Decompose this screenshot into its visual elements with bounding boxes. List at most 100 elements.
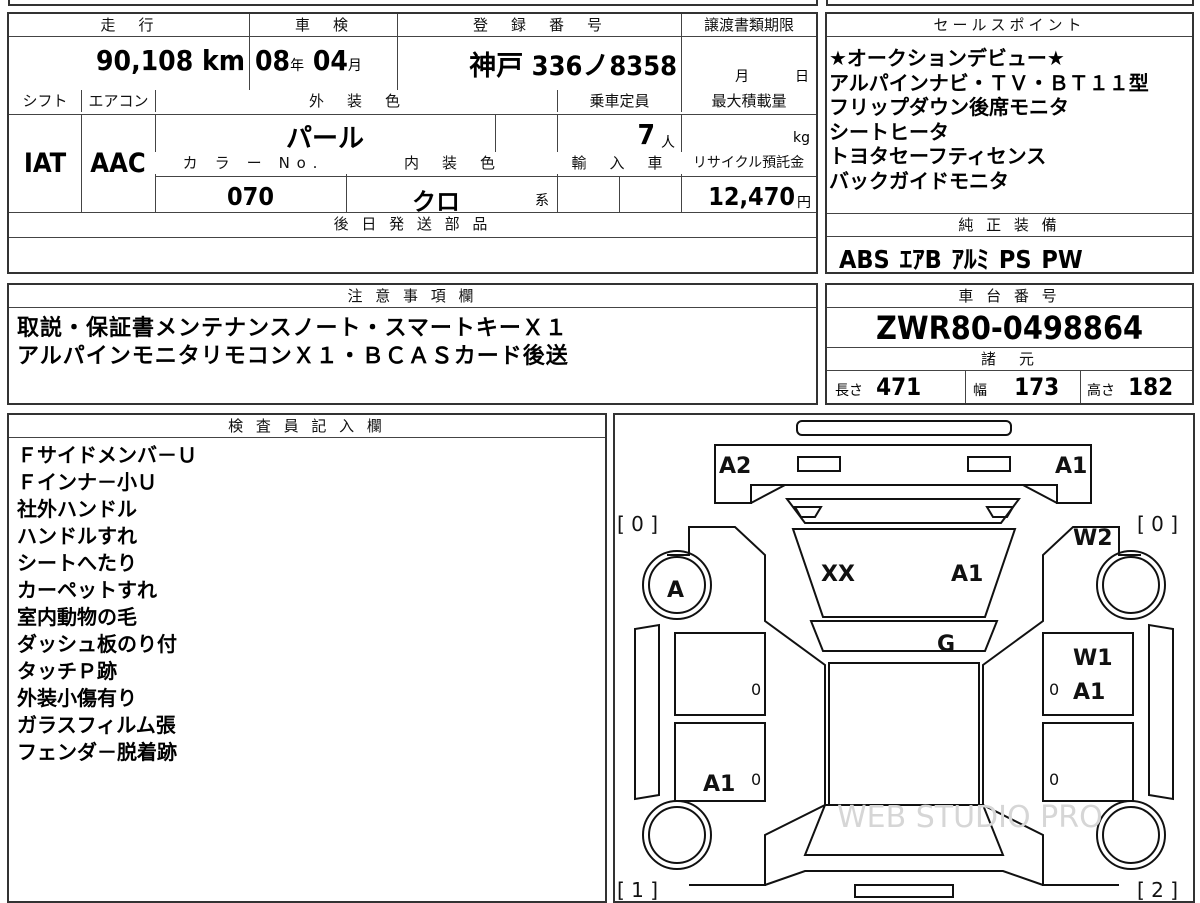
tire-fl: [ 0 ]	[617, 512, 658, 536]
inspection-month: 04	[312, 44, 348, 77]
chassis-label: 車 台 番 号	[827, 285, 1192, 308]
mark-a: A	[667, 578, 684, 603]
transfer-month-unit: 月	[735, 69, 749, 85]
spec-length-label: 長さ	[835, 383, 863, 399]
inspector-line: 社外ハンドル	[17, 497, 137, 521]
shift-label: シフト	[9, 90, 81, 112]
transfer-deadline-label: 譲渡書類期限	[681, 14, 816, 36]
inspection-year: 08	[255, 44, 291, 77]
sales-point-line: バックガイドモニタ	[829, 168, 1009, 193]
main-info-table: 走 行 車 検 登 録 番 号 譲渡書類期限 90,108 km 08年 04月…	[7, 12, 818, 274]
mileage-label: 走 行	[9, 14, 249, 36]
color-no-value: 070	[227, 182, 274, 211]
mileage-value: 90,108 km	[9, 44, 245, 77]
sales-points-list: ★オークションデビュー★ アルパインナビ・ＴＶ・ＢＴ１１型 フリップダウン後席モ…	[827, 46, 1192, 193]
inspector-line: カーペットすれ	[17, 578, 157, 602]
zero-mark: 0	[751, 680, 761, 699]
registration-value: 神戸 336ノ8358	[469, 51, 677, 82]
spec-height: 高さ 182	[1087, 373, 1173, 401]
inspector-label: 検 査 員 記 入 欄	[9, 415, 605, 438]
equipment-list: ABS ｴｱB ｱﾙﾐ PS PW	[839, 240, 1083, 276]
exterior-color-value: パール	[285, 124, 364, 154]
spec-height-label: 高さ	[1087, 383, 1115, 399]
capacity-label: 乗車定員	[557, 90, 681, 112]
tire-fr: [ 0 ]	[1137, 512, 1178, 536]
inspector-line: タッチＰ跡	[17, 659, 117, 683]
inspector-line: 室内動物の毛	[17, 605, 137, 629]
sales-points-panel: セールスポイント ★オークションデビュー★ アルパインナビ・ＴＶ・ＢＴ１１型 フ…	[825, 12, 1194, 274]
top-strip	[0, 0, 1200, 8]
mileage-number: 90,108	[96, 44, 194, 77]
mark-a1-glass: A1	[951, 562, 983, 587]
max-load-unit: kg	[793, 130, 810, 146]
equipment-item: ABS	[839, 245, 890, 274]
recycle-label: リサイクル預託金	[681, 152, 816, 174]
notes-line: 取説・保証書メンテナンスノート・スマートキーＸ１	[17, 316, 568, 341]
color-no-label: カ ラ ー N o .	[155, 152, 346, 174]
later-parts-label: 後 日 発 送 部 品	[9, 213, 816, 235]
inspection-value: 08年 04月	[255, 44, 395, 77]
notes-line: アルパインモニタリモコンＸ１・ＢＣＡＳカード後送	[17, 344, 569, 369]
capacity-unit: 人	[661, 135, 675, 151]
mark-a1-rear: A1	[703, 772, 735, 797]
inspection-year-unit: 年	[290, 58, 305, 74]
notes-lines: 取説・保証書メンテナンスノート・スマートキーＸ１ アルパインモニタリモコンＸ１・…	[9, 315, 569, 371]
inspector-lines: Ｆサイドメンバ－Ｕ Ｆインナ－小Ｕ 社外ハンドル ハンドルすれ シートへたり カ…	[9, 442, 197, 766]
mark-xx: XX	[821, 562, 855, 587]
interior-color-label: 内 装 色	[346, 152, 557, 174]
import-label: 輸 入 車	[557, 152, 681, 174]
specs-label: 諸 元	[827, 347, 1192, 371]
sales-point-line: シートヒータ	[829, 119, 949, 144]
car-diagram: A2 A1 W2 XX A1 A G W1 A1 A1 [ 0 ] [ 0 ] …	[617, 420, 1178, 901]
inspector-line: Ｆサイドメンバ－Ｕ	[17, 443, 197, 467]
sales-point-line: ★オークションデビュー★	[829, 46, 1065, 70]
equipment-item: ｴｱB	[899, 245, 942, 274]
notes-panel: 注 意 事 項 欄 取説・保証書メンテナンスノート・スマートキーＸ１ アルパイン…	[7, 283, 818, 405]
spec-length-value: 471	[876, 373, 922, 401]
tire-rr: [ 2 ]	[1137, 878, 1178, 901]
registration-label: 登 録 番 号	[397, 14, 681, 36]
aircon-label: エアコン	[81, 90, 155, 112]
mileage-unit: km	[202, 44, 245, 77]
recycle-unit: 円	[797, 195, 811, 211]
recycle-value: 12,470	[708, 182, 795, 211]
mark-g: G	[937, 632, 955, 657]
equipment-item: PS	[998, 245, 1032, 274]
tire-rl: [ 1 ]	[617, 878, 658, 901]
mark-w2: W2	[1073, 526, 1113, 551]
spec-length: 長さ 471	[835, 373, 921, 401]
equipment-item: ｱﾙﾐ	[951, 245, 990, 274]
zero-mark: 0	[1049, 680, 1059, 699]
inspection-label: 車 検	[249, 14, 397, 36]
spec-width-value: 173	[1014, 373, 1060, 401]
notes-label: 注 意 事 項 欄	[9, 285, 816, 308]
sales-point-line: トヨタセーフティセンス	[829, 144, 1047, 168]
equipment-label: 純 正 装 備	[827, 213, 1192, 237]
sales-point-line: アルパインナビ・ＴＶ・ＢＴ１１型	[829, 70, 1149, 95]
interior-color-unit: 系	[535, 193, 549, 209]
chassis-number: ZWR80-0498864	[875, 309, 1144, 347]
exterior-color-label: 外 装 色	[155, 90, 557, 112]
max-load-label: 最大積載量	[681, 90, 816, 112]
spec-height-value: 182	[1128, 373, 1174, 401]
shift-value: IAT	[23, 148, 67, 179]
mark-w1: W1	[1073, 646, 1113, 671]
car-diagram-panel: A2 A1 W2 XX A1 A G W1 A1 A1 [ 0 ] [ 0 ] …	[613, 413, 1195, 903]
spec-width: 幅 173	[973, 373, 1059, 401]
inspector-line: Ｆインナ－小Ｕ	[17, 470, 157, 494]
inspection-month-unit: 月	[347, 58, 362, 74]
capacity-value: 7	[637, 118, 655, 151]
aircon-value: AAC	[90, 148, 146, 179]
watermark: WEB STUDIO PRO	[837, 800, 1103, 835]
spec-width-label: 幅	[973, 383, 987, 399]
equipment-item: PW	[1041, 245, 1083, 274]
inspector-line: ガラスフィルム張	[17, 713, 176, 737]
inspector-line: シートへたり	[17, 551, 137, 575]
mark-a1-front: A1	[1055, 454, 1087, 479]
inspector-panel: 検 査 員 記 入 欄 Ｆサイドメンバ－Ｕ Ｆインナ－小Ｕ 社外ハンドル ハンド…	[7, 413, 607, 903]
sales-points-label: セールスポイント	[827, 14, 1192, 37]
inspector-line: 外装小傷有り	[17, 686, 137, 710]
mark-a1-right: A1	[1073, 680, 1105, 705]
inspector-line: フェンダ－脱着跡	[17, 740, 177, 764]
zero-mark: 0	[751, 770, 761, 789]
